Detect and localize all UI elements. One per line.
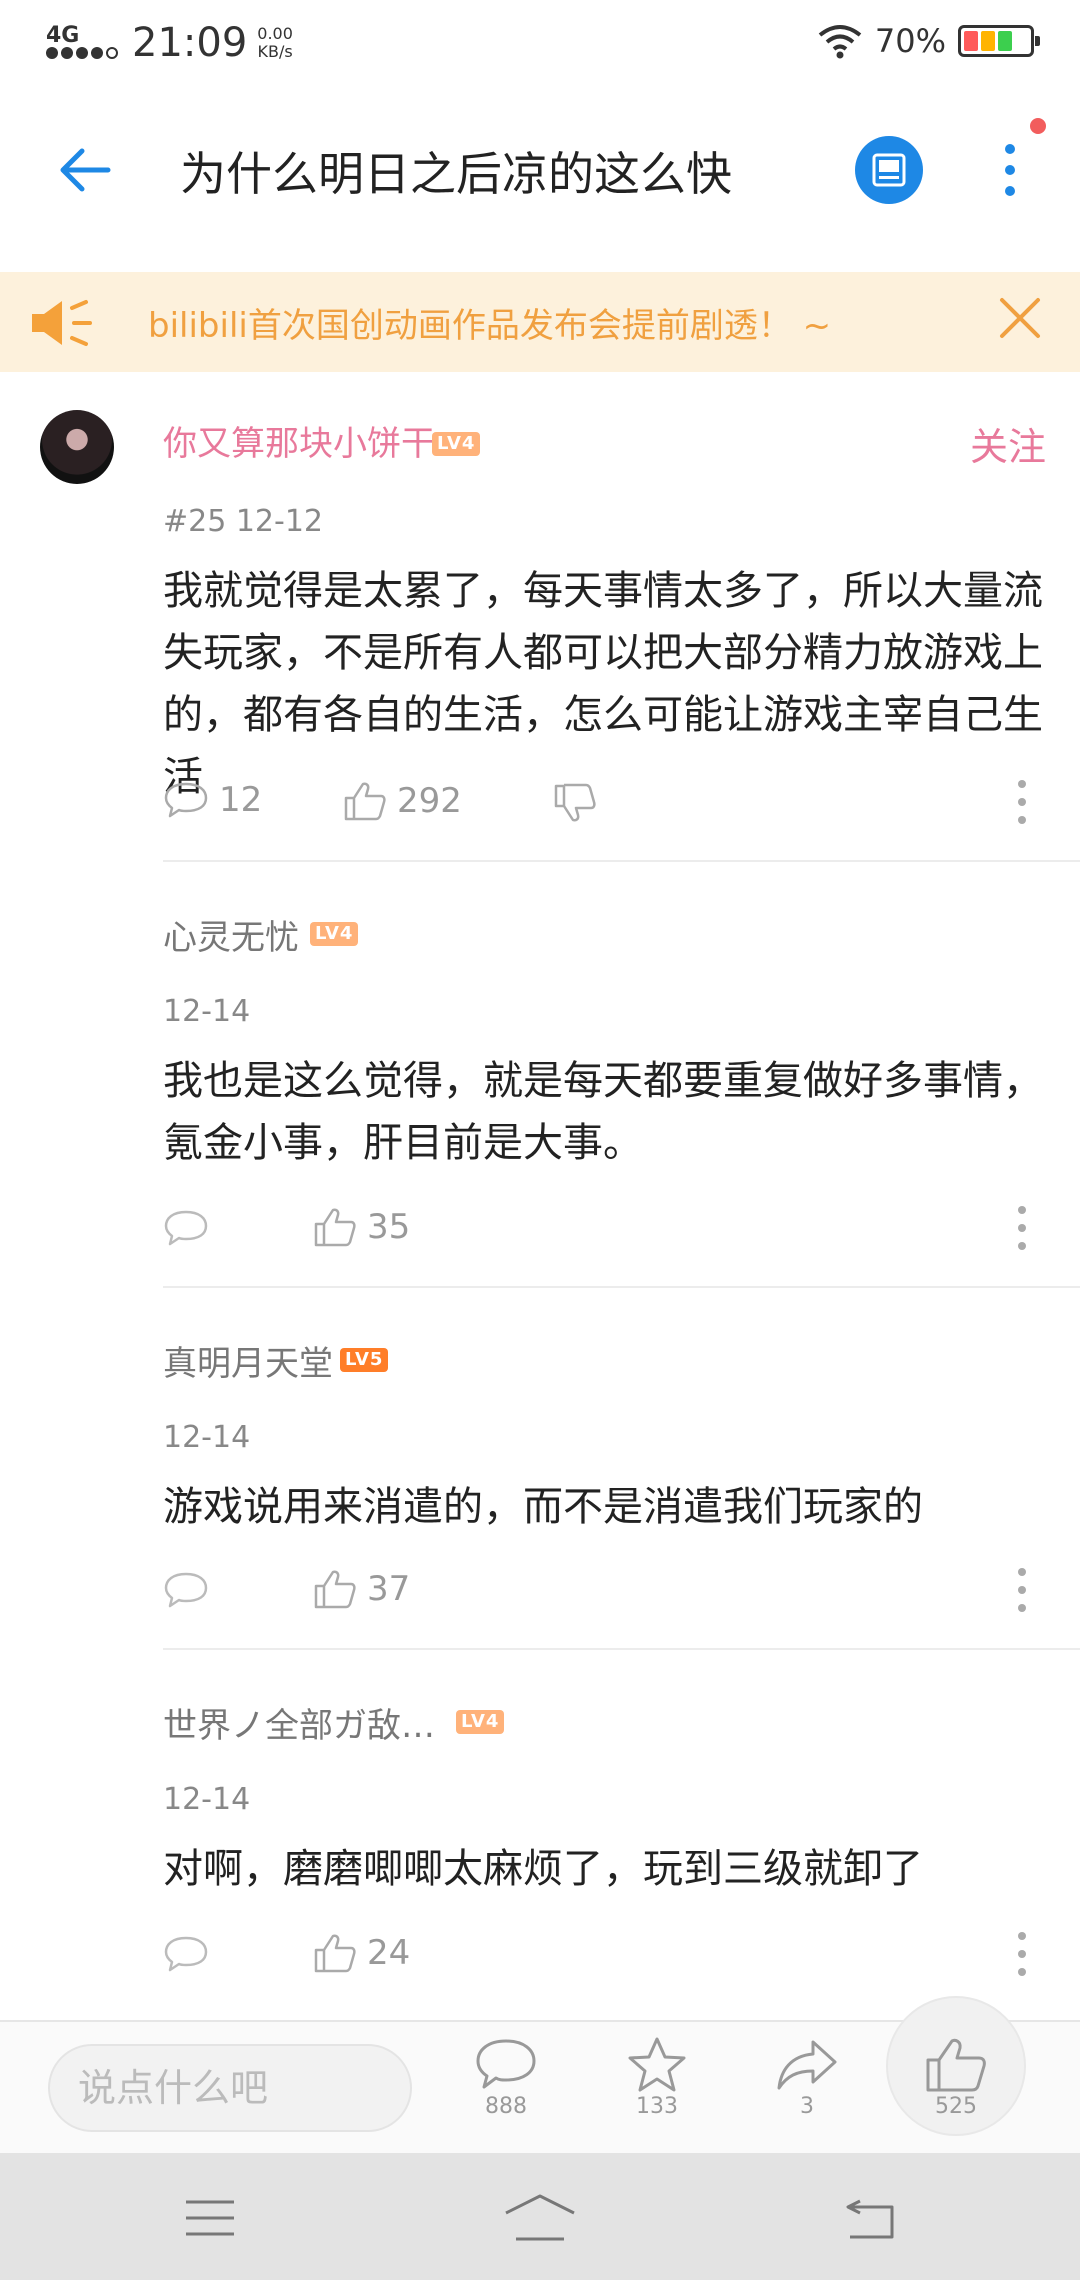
reply-button[interactable]: [163, 1208, 209, 1248]
main-comment-meta: #25 12-12: [163, 504, 324, 539]
level-badge: LV4: [310, 922, 359, 946]
like-button[interactable]: 37: [313, 1568, 410, 1610]
reply-text: 我也是这么觉得，就是每天都要重复做好多事情，氪金小事，肝目前是大事。: [163, 1058, 1043, 1166]
more-vertical-icon: [1005, 144, 1015, 196]
notice-text[interactable]: bilibili首次国创动画作品发布会提前剧透！ ~: [148, 298, 831, 347]
reply-button[interactable]: [163, 1934, 209, 1974]
like-count: 37: [367, 1569, 411, 1609]
notice-banner[interactable]: bilibili首次国创动画作品发布会提前剧透！ ~: [0, 272, 1080, 372]
comment-icon: [164, 1572, 208, 1608]
like-post-count: 525: [935, 2094, 977, 2119]
reply-username[interactable]: 心灵无忧: [163, 910, 299, 959]
level-badge: LV4: [432, 432, 481, 456]
favorite-button[interactable]: 133: [607, 2036, 707, 2119]
thumbs-up-icon: [926, 2038, 986, 2092]
home-button[interactable]: [500, 2183, 580, 2253]
reply-username[interactable]: 世界ノ全部ガ敌…: [163, 1698, 435, 1747]
page-title: 为什么明日之后凉的这么快: [180, 147, 732, 201]
comment-count-button[interactable]: 888: [456, 2036, 556, 2119]
share-count: 3: [800, 2094, 814, 2119]
status-bar: 4G 21:09 0.00 KB/s 70%: [0, 0, 1080, 80]
star-icon: [628, 2037, 686, 2092]
like-button[interactable]: 292: [343, 780, 462, 822]
menu-icon: [186, 2200, 234, 2236]
reply-count: 12: [219, 780, 263, 820]
comment-icon: [164, 782, 208, 818]
speed-value: 0.00: [257, 24, 293, 43]
reply-date: 12-14: [163, 1782, 251, 1817]
image-button[interactable]: [855, 136, 923, 204]
title-bar: 为什么明日之后凉的这么快: [0, 100, 1080, 240]
divider: [163, 860, 1080, 862]
level-badge: LV4: [456, 1710, 505, 1734]
main-comment-username[interactable]: 你又算那块小饼干: [163, 416, 435, 465]
return-icon: [846, 2199, 894, 2239]
thumbs-down-icon: [554, 783, 596, 822]
comment-more-button[interactable]: [1010, 1198, 1034, 1258]
network-speed: 0.00 KB/s: [257, 25, 293, 61]
arrow-left-icon: [60, 148, 111, 192]
like-button[interactable]: 24: [313, 1932, 410, 1974]
thumbs-up-icon: [314, 1208, 356, 1247]
back-button[interactable]: [50, 135, 120, 205]
wifi-icon: [818, 25, 862, 59]
like-post-button[interactable]: 525: [906, 2036, 1006, 2119]
share-icon: [777, 2040, 837, 2090]
battery-percent: 70%: [874, 22, 946, 60]
like-count: 24: [367, 1933, 411, 1973]
comment-icon: [164, 1210, 208, 1246]
comment-more-button[interactable]: [1010, 1560, 1034, 1620]
back-nav-button[interactable]: [830, 2183, 910, 2253]
reply-date: 12-14: [163, 1420, 251, 1455]
comment-icon: [164, 1936, 208, 1972]
favorite-count: 133: [636, 2094, 678, 2119]
reply-username[interactable]: 真明月天堂: [163, 1336, 333, 1385]
cellular-signal-icon: 4G: [46, 23, 122, 63]
comment-more-button[interactable]: [1010, 1924, 1034, 1984]
like-button[interactable]: 35: [313, 1206, 410, 1248]
divider: [163, 1648, 1080, 1650]
home-icon: [505, 2194, 575, 2241]
avatar[interactable]: [40, 410, 114, 484]
level-badge: LV5: [340, 1348, 389, 1372]
main-comment-text: 我就觉得是太累了，每天事情太多了，所以大量流失玩家，不是所有人都可以把大部分精力…: [163, 568, 1043, 800]
comment-count: 888: [485, 2094, 527, 2119]
comment-icon: [476, 2039, 536, 2089]
like-count: 292: [397, 781, 462, 821]
reply-text: 对啊，磨磨唧唧太麻烦了，玩到三级就卸了: [163, 1846, 923, 1892]
reply-date: 12-14: [163, 994, 251, 1029]
system-nav-bar: [0, 2153, 1080, 2280]
thumbs-up-icon: [314, 1570, 356, 1609]
reply-button[interactable]: 12: [163, 780, 262, 820]
comment-more-button[interactable]: [1010, 772, 1034, 832]
speed-unit: KB/s: [257, 42, 293, 61]
like-count: 35: [367, 1207, 411, 1247]
speaker-icon: [32, 300, 92, 346]
follow-button[interactable]: 关注: [970, 416, 1046, 471]
notification-dot: [1030, 118, 1046, 134]
menu-button[interactable]: [170, 2183, 250, 2253]
more-button[interactable]: [985, 136, 1035, 204]
thumbs-up-icon: [344, 782, 386, 821]
divider: [163, 1286, 1080, 1288]
reply-text: 游戏说用来消遣的，而不是消遣我们玩家的: [163, 1484, 923, 1530]
share-button[interactable]: 3: [757, 2036, 857, 2119]
image-icon: [872, 153, 906, 187]
thumbs-up-icon: [314, 1934, 356, 1973]
battery-icon: [958, 25, 1040, 57]
bottom-action-bar: 说点什么吧 888 133 3 525: [0, 1996, 1080, 2153]
close-icon[interactable]: [996, 294, 1044, 342]
network-type: 4G: [46, 23, 80, 48]
dislike-button[interactable]: [553, 782, 597, 824]
status-time: 21:09: [132, 20, 248, 66]
comment-input[interactable]: 说点什么吧: [48, 2044, 412, 2132]
reply-button[interactable]: [163, 1570, 209, 1610]
